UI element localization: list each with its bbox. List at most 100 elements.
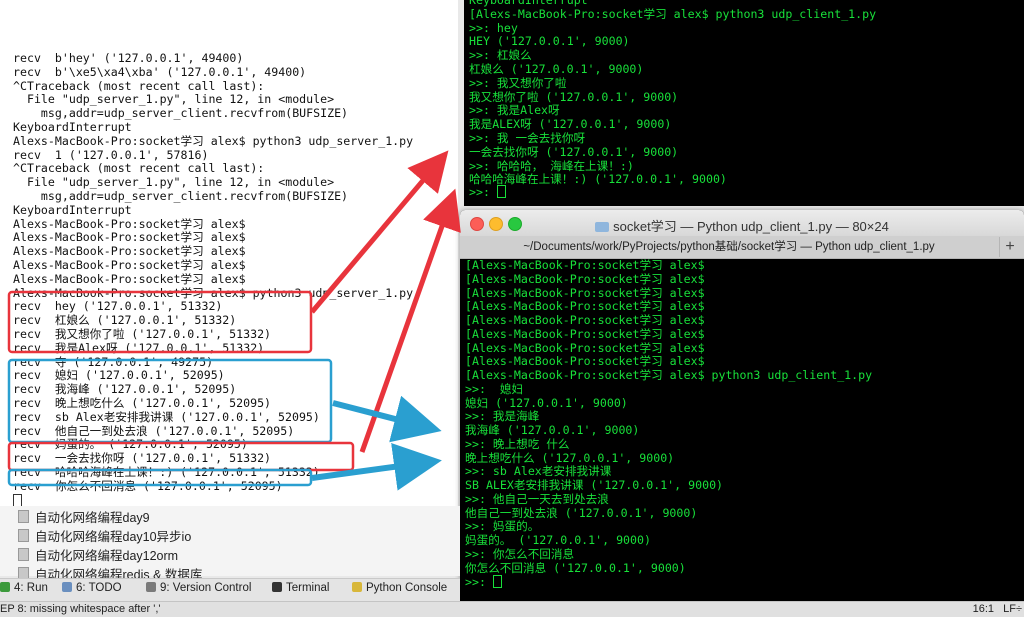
terminal-line: Alexs-MacBook-Pro:socket学习 alex$ (13, 257, 246, 272)
terminal-line: recv 杠娘么 ('127.0.0.1', 51332) (13, 313, 237, 328)
client2-terminal-window[interactable]: socket学习 — Python udp_client_1.py — 80×2… (460, 210, 1024, 602)
client2-output: [Alexs-MacBook-Pro:socket学习 alex$ [Alexs-… (465, 258, 873, 589)
terminal-line: [Alexs-MacBook-Pro:socket学习 alex$ (465, 271, 705, 286)
client1-output: KeyboardInterrupt [Alexs-MacBook-Pro:sock… (469, 0, 876, 187)
tree-item[interactable]: 自动化网络编程day12orm (18, 547, 178, 566)
terminal-line: HEY ('127.0.0.1', 9000) (469, 34, 630, 49)
server-output: recv b'hey' ('127.0.0.1', 49400) recv b'\… (13, 51, 414, 506)
terminal-line: Alexs-MacBook-Pro:socket学习 alex$ python3… (13, 285, 414, 300)
version-control-icon (146, 582, 156, 592)
terminal-line: recv 夺 ('127.0.0.1', 49275) (13, 354, 214, 369)
terminal-line: recv 哈哈哈海峰在上课！:) ('127.0.0.1', 51332) (13, 464, 320, 479)
terminal-line: recv sb Alex老安排我讲课 ('127.0.0.1', 52095) (13, 409, 320, 424)
terminal-line: 一会去找你呀 ('127.0.0.1', 9000) (469, 144, 679, 159)
folder-icon (595, 222, 610, 232)
line-separator[interactable]: LF÷ (1003, 603, 1022, 615)
terminal-line: 我是ALEX呀 ('127.0.0.1', 9000) (469, 117, 672, 132)
terminal-line: 晚上想吃什么 ('127.0.0.1', 9000) (465, 450, 675, 465)
terminal-line: KeyboardInterrupt (13, 202, 132, 217)
terminal-line: >>: 杠娘么 (469, 48, 532, 63)
terminal-line: Alexs-MacBook-Pro:socket学习 alex$ (13, 271, 246, 286)
terminal-line: Alexs-MacBook-Pro:socket学习 alex$ python3… (13, 133, 414, 148)
python-icon (352, 582, 362, 592)
tree-item-label: 自动化网络编程day12orm (35, 549, 179, 563)
window-title: socket学习 — Python udp_client_1.py — 80×2… (460, 216, 1024, 235)
terminal-line: [Alexs-MacBook-Pro:socket学习 alex$ (465, 340, 705, 355)
terminal-icon (272, 582, 282, 592)
terminal-line: msg,addr=udp_server_client.recvfrom(BUFS… (13, 188, 349, 203)
terminal-tab-bar: ~/Documents/work/PyProjects/python基础/soc… (460, 236, 1024, 259)
file-icon (18, 510, 29, 523)
terminal-line: recv 我是Alex呀 ('127.0.0.1', 51332) (13, 340, 265, 355)
run-icon (0, 582, 10, 592)
tool-window-bar: 4: Run 6: TODO 9: Version Control Termin… (0, 578, 460, 601)
terminal-line: msg,addr=udp_server_client.recvfrom(BUFS… (13, 106, 349, 121)
terminal-line: ^CTraceback (most recent call last): (13, 78, 265, 93)
client1-prompt[interactable]: >>: (469, 185, 506, 199)
file-icon (18, 529, 29, 542)
terminal-tab[interactable]: ~/Documents/work/PyProjects/python基础/soc… (460, 236, 998, 258)
terminal-line: recv 媳妇 ('127.0.0.1', 52095) (13, 368, 225, 383)
terminal-line: >>: 他自己一天去到处去浪 (465, 491, 609, 506)
terminal-line: >>: 媳妇 (465, 381, 524, 396)
terminal-line: recv 你怎么不回消息 ('127.0.0.1', 52095) (13, 478, 283, 493)
terminal-line: SB ALEX老安排我讲课 ('127.0.0.1', 9000) (465, 478, 724, 492)
terminal-line: ^CTraceback (most recent call last): (13, 161, 265, 176)
terminal-line: recv b'hey' ('127.0.0.1', 49400) (13, 51, 244, 65)
terminal-line: Alexs-MacBook-Pro:socket学习 alex$ (13, 230, 246, 245)
text-cursor-icon (13, 493, 22, 506)
terminal-line: recv 我又想你了啦 ('127.0.0.1', 51332) (13, 326, 272, 341)
terminal-line: 你怎么不回消息 ('127.0.0.1', 9000) (465, 560, 686, 575)
terminal-line: >>: 你怎么不回消息 (465, 546, 575, 561)
file-icon (18, 548, 29, 561)
terminal-line: File "udp_server_1.py", line 12, in <mod… (13, 175, 335, 190)
terminal-line: >>: 我 一会去找你呀 (469, 130, 586, 145)
terminal-line: recv 一会去找你呀 ('127.0.0.1', 51332) (13, 451, 272, 466)
terminal-line: >>: 我又想你了啦 (469, 75, 567, 90)
terminal-line: Alexs-MacBook-Pro:socket学习 alex$ (13, 244, 246, 259)
tree-item[interactable]: 自动化网络编程day10异步io (18, 528, 191, 547)
terminal-line: >>: sb Alex老安排我讲课 (465, 464, 612, 479)
terminal-line: [Alexs-MacBook-Pro:socket学习 alex$ (465, 354, 705, 369)
terminal-tool-button[interactable]: Terminal (272, 582, 329, 594)
terminal-line: [Alexs-MacBook-Pro:socket学习 alex$ (465, 326, 705, 341)
client1-terminal[interactable]: KeyboardInterrupt [Alexs-MacBook-Pro:sock… (464, 0, 1024, 206)
text-cursor-icon (492, 575, 502, 589)
terminal-line: KeyboardInterrupt (13, 119, 132, 134)
terminal-line: [Alexs-MacBook-Pro:socket学习 alex$ (465, 285, 705, 300)
python-console-tool-button[interactable]: Python Console (352, 582, 447, 594)
terminal-line: [Alexs-MacBook-Pro:socket学习 alex$ (465, 313, 705, 327)
terminal-line: 媳妇 ('127.0.0.1', 9000) (465, 395, 628, 410)
terminal-line: recv 妈蛋的。 ('127.0.0.1', 52095) (13, 437, 248, 452)
terminal-line: Alexs-MacBook-Pro:socket学习 alex$ (13, 216, 246, 231)
tree-item-label: 自动化网络编程day10异步io (35, 530, 192, 544)
window-titlebar[interactable]: socket学习 — Python udp_client_1.py — 80×2… (460, 210, 1024, 236)
terminal-line: [Alexs-MacBook-Pro:socket学习 alex$ (465, 299, 705, 314)
client2-prompt[interactable]: >>: (465, 575, 872, 589)
version-control-tool-button[interactable]: 9: Version Control (146, 582, 251, 594)
status-message: EP 8: missing whitespace after ',' (0, 603, 161, 615)
terminal-line: [Alexs-MacBook-Pro:socket学习 alex$ python… (469, 6, 877, 21)
project-tree: 自动化网络编程day9 自动化网络编程day10异步io 自动化网络编程day12o… (0, 506, 460, 582)
terminal-line: >>: 哈哈哈， 海峰在上课！:) (469, 158, 634, 173)
tree-item[interactable]: 自动化网络编程day9 (18, 509, 150, 528)
terminal-line: recv 1 ('127.0.0.1', 57816) (13, 147, 209, 162)
new-tab-button[interactable]: + (999, 237, 1020, 257)
terminal-line: [Alexs-MacBook-Pro:socket学习 alex$ (465, 258, 705, 272)
server-terminal[interactable]: recv b'hey' ('127.0.0.1', 49400) recv b'\… (0, 0, 458, 506)
run-tool-button[interactable]: 4: Run (0, 582, 48, 594)
cursor-position[interactable]: 16:1 (973, 603, 994, 615)
terminal-line: recv b'\xe5\xa4\xba' ('127.0.0.1', 49400… (13, 64, 307, 79)
todo-tool-button[interactable]: 6: TODO (62, 582, 122, 594)
server-cursor-line[interactable] (13, 493, 413, 506)
todo-icon (62, 582, 72, 592)
terminal-line: >>: hey (469, 20, 518, 35)
terminal-line: recv hey ('127.0.0.1', 51332) (13, 299, 223, 314)
terminal-line: recv 他自己一到处去浪 ('127.0.0.1', 52095) (13, 423, 295, 438)
terminal-line: [Alexs-MacBook-Pro:socket学习 alex$ python… (465, 368, 873, 382)
window-title-text: socket学习 — Python udp_client_1.py — 80×2… (613, 219, 889, 234)
status-bar: EP 8: missing whitespace after ',' 16:1 … (0, 601, 1024, 617)
terminal-line: recv 我海峰 ('127.0.0.1', 52095) (13, 382, 237, 397)
terminal-line: >>: 晚上想吃 什么 (465, 436, 570, 451)
terminal-line: >>: 妈蛋的。 (465, 519, 540, 534)
